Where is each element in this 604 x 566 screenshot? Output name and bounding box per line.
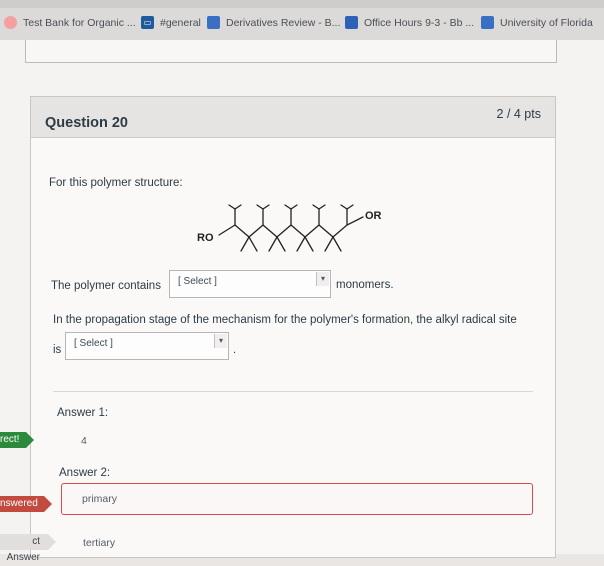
bookmark-derivatives-review[interactable]: Derivatives Review - B...: [207, 16, 340, 29]
answer-2-incorrect-box: primary: [61, 483, 533, 515]
right-group-label: OR: [365, 210, 382, 222]
bookmark-general[interactable]: ▭ #general: [141, 16, 201, 29]
correct-answer-value: tertiary: [83, 537, 116, 549]
answers-divider: [53, 391, 533, 392]
question-title: Question 20: [45, 115, 128, 131]
red-circle-icon: [4, 16, 17, 29]
chat-icon: ▭: [141, 16, 154, 29]
monomer-select[interactable]: [ Select ] ▾: [169, 270, 331, 298]
question-header: Question 20 2 / 4 pts: [31, 97, 555, 138]
bookmark-label: Test Bank for Organic ...: [23, 16, 136, 29]
previous-question-bottom: [25, 40, 557, 63]
correct-answer-flag: ct Answer: [0, 534, 56, 563]
left-group-label: RO: [197, 232, 214, 244]
monomer-row: The polymer contains [ Select ] ▾ monome…: [51, 269, 531, 299]
bookmark-label: University of Florida: [500, 16, 593, 29]
question-points: 2 / 4 pts: [496, 107, 541, 121]
radical-text-before: is: [53, 344, 62, 356]
monomer-text-before: The polymer contains: [51, 280, 161, 292]
blue-square-icon: [345, 16, 358, 29]
polymer-structure: RO OR: [197, 204, 382, 252]
question-card: Question 20 2 / 4 pts For this polymer s…: [30, 96, 556, 558]
blue-square-icon: [481, 16, 494, 29]
quiz-page: Question 20 2 / 4 pts For this polymer s…: [0, 40, 604, 558]
bookmark-label: Office Hours 9-3 - Bb ...: [364, 16, 475, 29]
bookmarks-bar: Test Bank for Organic ... ▭ #general Der…: [0, 0, 604, 41]
tab-strip-edge: [0, 0, 604, 8]
bookmark-label: Derivatives Review - B...: [226, 16, 341, 29]
blue-square-icon: [207, 16, 220, 29]
bookmark-university-florida[interactable]: University of Florida: [481, 16, 593, 29]
radical-select-value: [ Select ]: [74, 338, 113, 349]
bookmark-office-hours[interactable]: Office Hours 9-3 - Bb ...: [345, 16, 474, 29]
radical-site-select[interactable]: [ Select ] ▾: [65, 332, 229, 360]
answer-1-value: 4: [81, 435, 87, 447]
incorrect-flag: nswered: [0, 496, 52, 512]
radical-text-after: .: [233, 344, 237, 356]
answer-1-label: Answer 1:: [57, 407, 109, 419]
correct-flag: rect!: [0, 432, 34, 448]
answer-2-label: Answer 2:: [59, 467, 111, 479]
question-prompt: For this polymer structure:: [49, 177, 183, 189]
chevron-down-icon: ▾: [316, 272, 329, 286]
monomer-text-after: monomers.: [336, 279, 394, 291]
answer-2-value: primary: [82, 493, 118, 505]
bookmark-test-bank[interactable]: Test Bank for Organic ...: [4, 16, 136, 29]
chevron-down-icon: ▾: [214, 334, 227, 348]
bookmark-label: #general: [160, 16, 201, 29]
propagation-question-text: In the propagation stage of the mechanis…: [53, 314, 517, 326]
monomer-select-value: [ Select ]: [178, 276, 217, 287]
